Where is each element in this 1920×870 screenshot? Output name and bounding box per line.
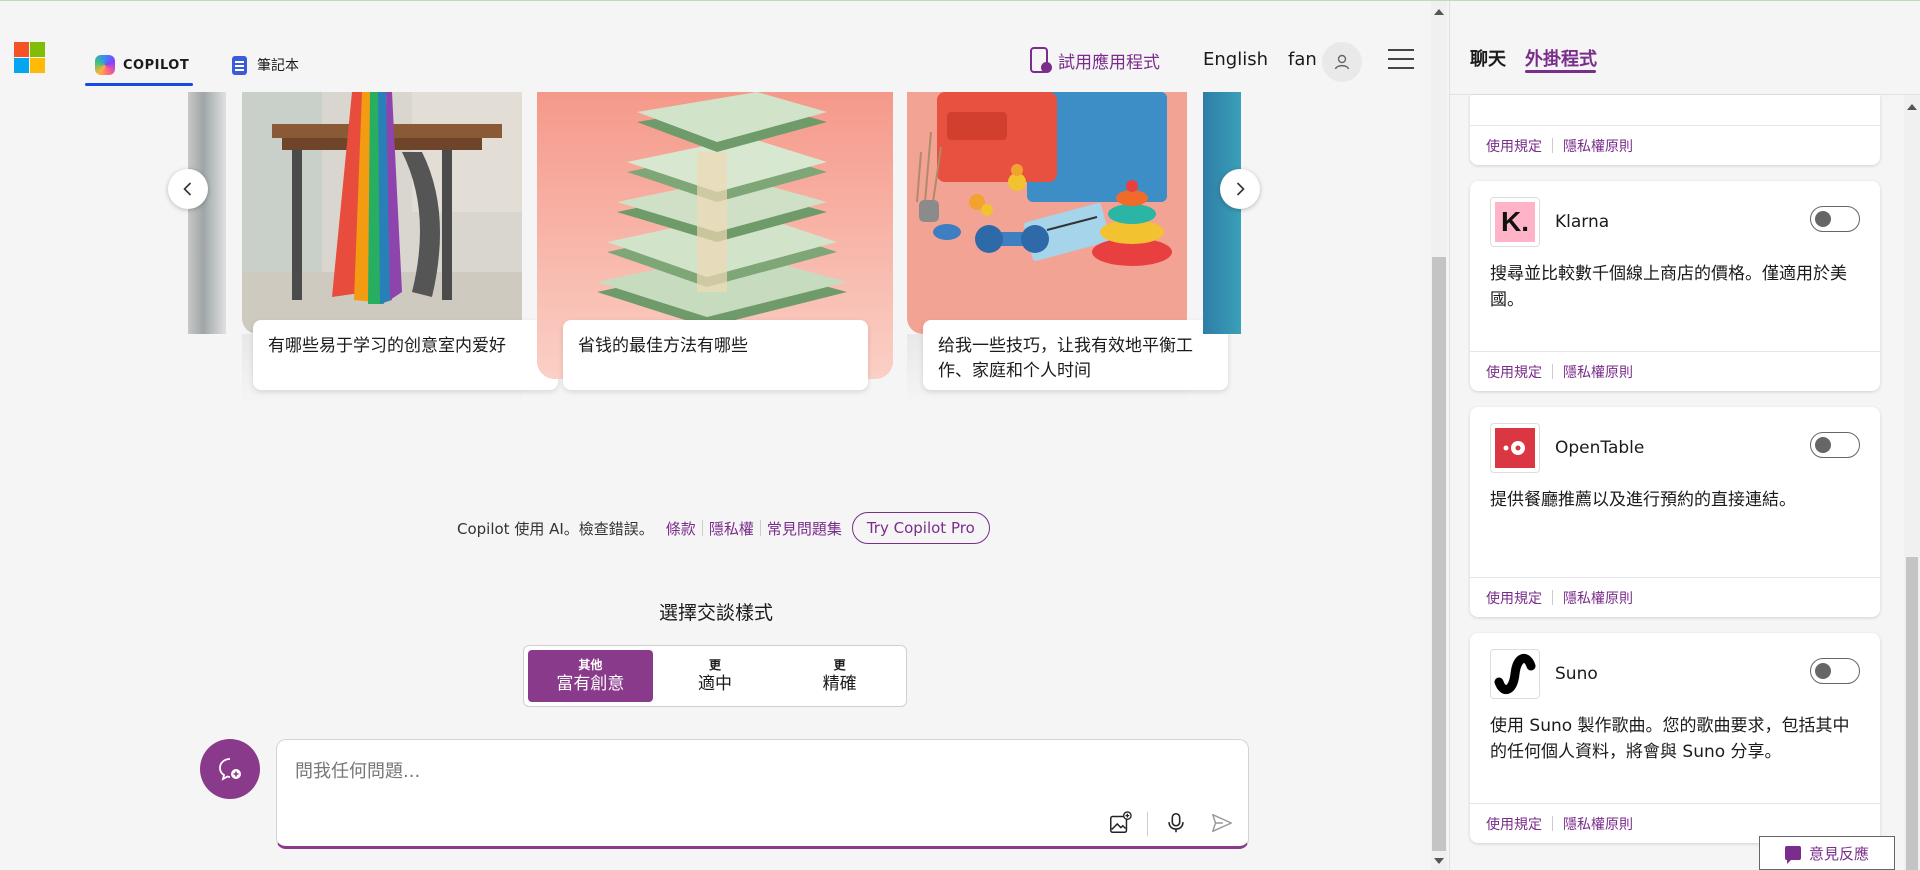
conversation-style-selector: 其他 富有創意 更 適中 更 精確 bbox=[523, 645, 907, 707]
plugin-name: OpenTable bbox=[1555, 438, 1645, 458]
add-image-icon bbox=[1110, 811, 1132, 833]
terms-of-use-link[interactable]: 使用規定 bbox=[1486, 814, 1542, 834]
privacy-policy-link[interactable]: 隱私權原則 bbox=[1563, 362, 1633, 382]
send-icon bbox=[1212, 813, 1232, 833]
privacy-policy-link[interactable]: 隱私權原則 bbox=[1563, 136, 1633, 156]
style-option-precise[interactable]: 更 精確 bbox=[777, 650, 902, 702]
terms-of-use-link[interactable]: 使用規定 bbox=[1486, 588, 1542, 608]
plugin-links: 使用規定 隱私權原則 bbox=[1470, 351, 1880, 391]
plugin-card-opentable: OpenTable 提供餐廳推薦以及進行預約的直接連結。 使用規定 隱私權原則 bbox=[1470, 407, 1880, 617]
voice-input-button[interactable] bbox=[1163, 810, 1189, 836]
carousel-card[interactable]: 有哪些易于学习的创意室内爱好 bbox=[242, 92, 558, 404]
panel-scrollbar[interactable] bbox=[1904, 95, 1920, 870]
new-chat-icon bbox=[219, 758, 241, 781]
plugin-card-suno: Suno 使用 Suno 製作歌曲。您的歌曲要求，包括其中的任何個人資料，將會與… bbox=[1470, 633, 1880, 843]
terms-of-use-link[interactable]: 使用規定 bbox=[1486, 136, 1542, 156]
card-image bbox=[242, 92, 522, 334]
scroll-up-arrow-icon[interactable] bbox=[1434, 9, 1444, 15]
main-scrollbar[interactable] bbox=[1431, 1, 1447, 870]
user-icon bbox=[1334, 54, 1350, 70]
plugin-toggle[interactable] bbox=[1810, 206, 1860, 232]
try-app-button[interactable]: 試用應用程式 bbox=[1030, 45, 1160, 75]
microsoft-logo-icon[interactable] bbox=[14, 42, 45, 73]
panel-tabs: 聊天 外掛程式 bbox=[1450, 1, 1920, 95]
card-caption: 省钱的最佳方法有哪些 bbox=[563, 320, 868, 390]
active-tab-indicator bbox=[85, 83, 193, 86]
scrollbar-thumb[interactable] bbox=[1432, 257, 1446, 851]
try-app-label: 試用應用程式 bbox=[1058, 52, 1160, 73]
terms-link[interactable]: 條款 bbox=[666, 518, 696, 539]
card-caption: 有哪些易于学习的创意室内爱好 bbox=[253, 320, 558, 390]
plugin-description: 使用 Suno 製作歌曲。您的歌曲要求，包括其中的任何個人資料，將會與 Suno… bbox=[1490, 716, 1850, 762]
try-copilot-pro-button[interactable]: Try Copilot Pro bbox=[851, 512, 990, 544]
card-caption: 给我一些技巧，让我有效地平衡工作、家庭和个人时间 bbox=[923, 320, 1228, 390]
feedback-icon bbox=[1784, 846, 1801, 864]
card-image bbox=[188, 92, 226, 334]
suno-logo-icon bbox=[1490, 649, 1540, 699]
scrollbar-thumb[interactable] bbox=[1906, 557, 1918, 870]
plugin-card-klarna: K. Klarna 搜尋並比較數千個線上商店的價格。僅適用於美國。 使用規定 隱… bbox=[1470, 181, 1880, 391]
tab-plugins[interactable]: 外掛程式 bbox=[1525, 45, 1597, 71]
klarna-logo-icon: K. bbox=[1490, 197, 1540, 247]
scroll-down-arrow-icon[interactable] bbox=[1434, 858, 1444, 864]
plugin-name: Suno bbox=[1555, 664, 1598, 684]
tab-copilot-label: COPILOT bbox=[123, 57, 190, 73]
plugin-description: 提供餐廳推薦以及進行預約的直接連結。 bbox=[1490, 490, 1796, 510]
plugin-name: Klarna bbox=[1555, 212, 1610, 232]
send-button[interactable] bbox=[1209, 810, 1235, 836]
plugin-description: 搜尋並比較數千個線上商店的價格。僅適用於美國。 bbox=[1490, 264, 1847, 310]
plugin-links: 使用規定 隱私權原則 bbox=[1470, 577, 1880, 617]
ai-notice-bar: Copilot 使用 AI。檢查錯誤。 條款 隱私權 常見問題集 Try Cop… bbox=[457, 512, 990, 544]
plugin-toggle[interactable] bbox=[1810, 432, 1860, 458]
feedback-button[interactable]: 意見反應 bbox=[1759, 836, 1895, 870]
conversation-style-title: 選擇交談樣式 bbox=[658, 602, 773, 624]
tab-chat[interactable]: 聊天 bbox=[1470, 45, 1506, 71]
ai-notice-text: Copilot 使用 AI。檢查錯誤。 bbox=[457, 519, 654, 538]
user-name[interactable]: fan bbox=[1288, 49, 1317, 70]
carousel-card-partial-right[interactable] bbox=[1203, 92, 1241, 392]
phone-app-icon bbox=[1030, 47, 1052, 73]
new-topic-button[interactable] bbox=[200, 739, 260, 799]
microphone-icon bbox=[1168, 812, 1184, 833]
avatar[interactable] bbox=[1322, 42, 1362, 82]
carousel-next-button[interactable] bbox=[1220, 169, 1260, 209]
opentable-logo-icon bbox=[1490, 423, 1540, 473]
tab-notebook[interactable]: 筆記本 bbox=[232, 45, 299, 85]
image-upload-button[interactable] bbox=[1107, 810, 1133, 836]
card-image bbox=[907, 92, 1187, 334]
feedback-label: 意見反應 bbox=[1808, 844, 1869, 863]
tab-copilot[interactable]: COPILOT bbox=[85, 45, 193, 85]
faq-link[interactable]: 常見問題集 bbox=[767, 518, 842, 539]
style-option-creative[interactable]: 其他 富有創意 bbox=[528, 650, 653, 702]
privacy-policy-link[interactable]: 隱私權原則 bbox=[1563, 588, 1633, 608]
terms-of-use-link[interactable]: 使用規定 bbox=[1486, 362, 1542, 382]
carousel-prev-button[interactable] bbox=[168, 169, 208, 209]
carousel-card-partial-left[interactable] bbox=[188, 92, 226, 392]
suggestion-carousel: 有哪些易于学习的创意室内爱好 省钱的最佳方法有哪些 给我一些技巧，让我有效地平衡… bbox=[188, 92, 1241, 404]
privacy-policy-link[interactable]: 隱私權原則 bbox=[1563, 814, 1633, 834]
menu-hamburger-icon[interactable] bbox=[1388, 49, 1414, 69]
side-panel: 聊天 外掛程式 使用規定 隱私權原則 K. Klarna 搜尋並比較數千個線上商… bbox=[1449, 1, 1920, 870]
style-option-balanced[interactable]: 更 適中 bbox=[653, 650, 778, 702]
tab-notebook-label: 筆記本 bbox=[257, 58, 299, 74]
chat-input[interactable] bbox=[295, 756, 1195, 786]
privacy-link[interactable]: 隱私權 bbox=[709, 518, 754, 539]
plugin-card-partial: 使用規定 隱私權原則 bbox=[1470, 95, 1880, 165]
plugin-toggle[interactable] bbox=[1810, 658, 1860, 684]
carousel-card[interactable]: 给我一些技巧，让我有效地平衡工作、家庭和个人时间 bbox=[907, 92, 1228, 404]
scroll-up-arrow-icon[interactable] bbox=[1907, 104, 1917, 110]
chevron-left-icon bbox=[183, 182, 192, 196]
language-switch[interactable]: English bbox=[1203, 49, 1268, 70]
chat-input-box bbox=[276, 739, 1249, 849]
carousel-card[interactable]: 省钱的最佳方法有哪些 bbox=[537, 92, 893, 392]
plugin-links: 使用規定 隱私權原則 bbox=[1470, 125, 1880, 165]
active-panel-tab-indicator bbox=[1525, 70, 1596, 73]
top-header: COPILOT 筆記本 試用應用程式 English fan bbox=[0, 1, 1430, 91]
notebook-icon bbox=[232, 55, 247, 75]
card-image bbox=[1203, 92, 1241, 334]
copilot-icon bbox=[95, 55, 115, 75]
chevron-right-icon bbox=[1236, 182, 1245, 196]
